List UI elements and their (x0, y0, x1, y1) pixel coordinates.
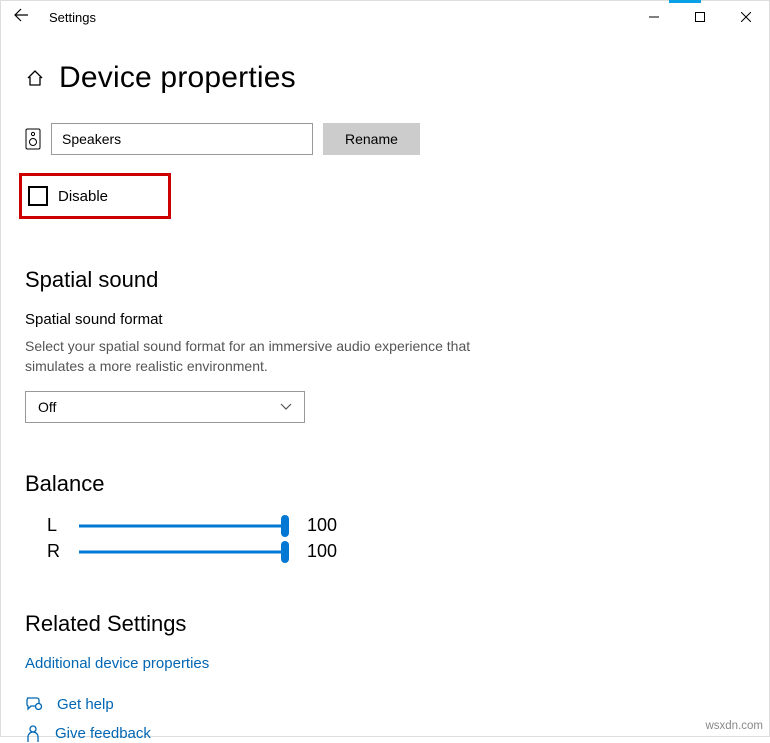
device-name-input[interactable] (51, 123, 313, 155)
maximize-button[interactable] (677, 1, 723, 33)
balance-left-label: L (47, 515, 61, 536)
speaker-icon (25, 128, 41, 150)
disable-checkbox[interactable] (28, 186, 48, 206)
balance-left-value: 100 (307, 515, 337, 536)
minimize-button[interactable] (631, 1, 677, 33)
balance-right-label: R (47, 541, 61, 562)
balance-heading: Balance (25, 471, 741, 497)
balance-left-slider[interactable] (79, 515, 289, 537)
balance-right-slider[interactable] (79, 541, 289, 563)
window-title: Settings (49, 10, 96, 25)
spatial-sound-selected: Off (38, 399, 56, 415)
additional-device-properties-link[interactable]: Additional device properties (25, 655, 209, 672)
spatial-sound-heading: Spatial sound (25, 267, 741, 293)
titlebar: Settings (1, 1, 769, 33)
disable-highlight: Disable (19, 173, 171, 219)
balance-right-value: 100 (307, 541, 337, 562)
spatial-sound-format-label: Spatial sound format (25, 311, 741, 328)
watermark: wsxdn.com (705, 720, 763, 732)
minimize-icon (649, 12, 659, 22)
chat-help-icon (25, 696, 43, 712)
page-title: Device properties (59, 61, 296, 95)
close-button[interactable] (723, 1, 769, 33)
feedback-icon (25, 725, 41, 743)
page-heading-row: Device properties (25, 61, 741, 95)
spatial-sound-select[interactable]: Off (25, 391, 305, 423)
home-icon[interactable] (25, 68, 45, 88)
arrow-left-icon (13, 7, 29, 23)
rename-button[interactable]: Rename (323, 123, 420, 155)
back-button[interactable] (13, 7, 41, 28)
close-icon (741, 12, 751, 22)
chevron-down-icon (280, 400, 292, 414)
spatial-sound-description: Select your spatial sound format for an … (25, 336, 485, 377)
give-feedback-link[interactable]: Give feedback (55, 725, 151, 742)
related-settings-heading: Related Settings (25, 611, 741, 637)
disable-label: Disable (58, 188, 108, 205)
maximize-icon (695, 12, 705, 22)
get-help-link[interactable]: Get help (57, 696, 114, 713)
